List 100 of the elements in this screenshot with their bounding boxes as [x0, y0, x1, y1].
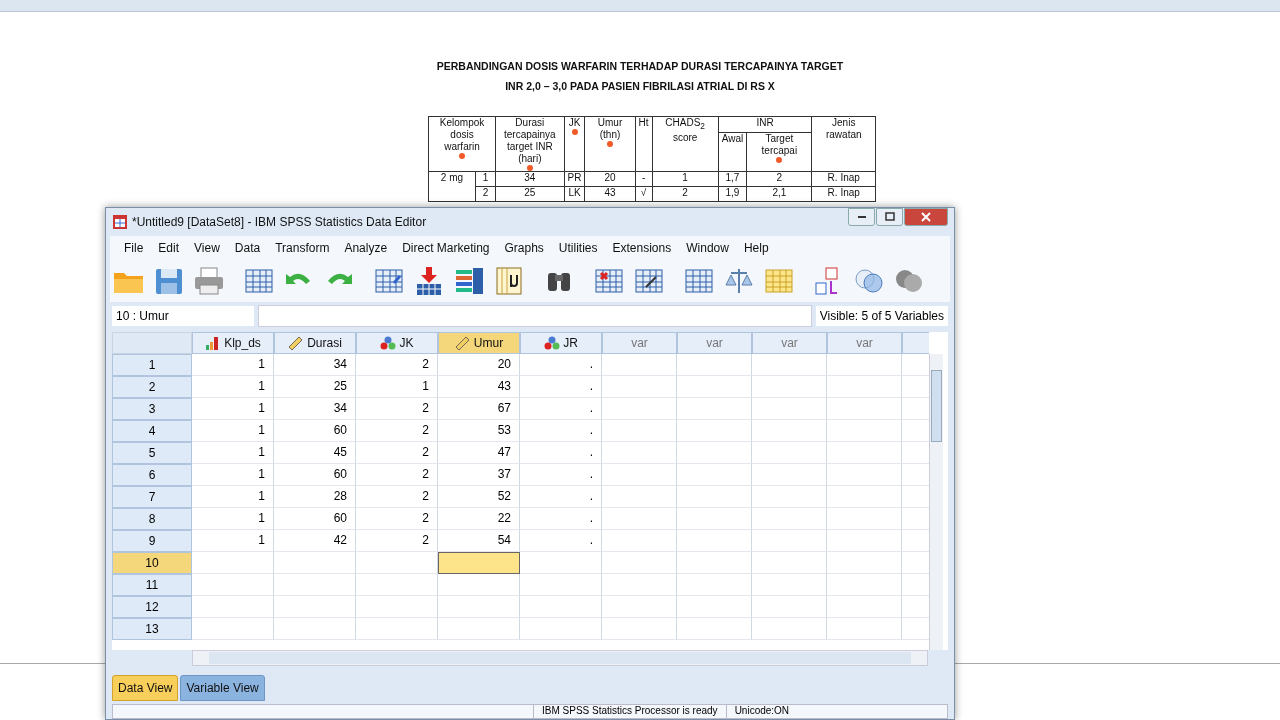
table-cell[interactable]	[752, 486, 827, 508]
table-cell[interactable]: 60	[274, 464, 356, 486]
close-button[interactable]	[904, 208, 948, 226]
view-tab[interactable]: Variable View	[180, 675, 265, 701]
menu-item[interactable]: Extensions	[604, 241, 679, 255]
table-cell[interactable]: 2	[356, 354, 438, 376]
table-cell[interactable]	[602, 464, 677, 486]
row-header[interactable]: 12	[112, 596, 192, 618]
table-cell[interactable]	[602, 398, 677, 420]
table-cell[interactable]	[752, 376, 827, 398]
table-cell[interactable]: 2	[356, 530, 438, 552]
table-cell[interactable]	[677, 618, 752, 640]
table-cell[interactable]	[274, 618, 356, 640]
table-cell[interactable]	[192, 618, 274, 640]
table-cell[interactable]	[677, 508, 752, 530]
menu-item[interactable]: Help	[735, 241, 776, 255]
table-cell[interactable]: .	[520, 464, 602, 486]
menu-item[interactable]: Direct Marketing	[394, 241, 497, 255]
menu-item[interactable]: View	[186, 241, 227, 255]
table-cell[interactable]: 2	[356, 420, 438, 442]
table-cell[interactable]	[827, 354, 902, 376]
table-cell[interactable]	[192, 552, 274, 574]
table-cell[interactable]	[827, 530, 902, 552]
table-cell[interactable]	[752, 398, 827, 420]
table-cell[interactable]	[356, 574, 438, 596]
table-cell[interactable]	[356, 596, 438, 618]
table-cell[interactable]	[677, 464, 752, 486]
table-cell[interactable]: 43	[438, 376, 520, 398]
view-tab[interactable]: Data View	[112, 675, 179, 701]
table-cell[interactable]	[752, 618, 827, 640]
cell-editor-field[interactable]	[258, 305, 812, 327]
menu-item[interactable]: Utilities	[550, 241, 605, 255]
table-cell[interactable]	[677, 354, 752, 376]
table-cell[interactable]	[677, 574, 752, 596]
table-cell[interactable]	[827, 420, 902, 442]
row-header[interactable]: 2	[112, 376, 192, 398]
table-cell[interactable]	[602, 618, 677, 640]
table-cell[interactable]	[602, 508, 677, 530]
table-cell[interactable]	[602, 442, 677, 464]
table-cell[interactable]: .	[520, 508, 602, 530]
table-cell[interactable]	[827, 618, 902, 640]
table-cell[interactable]: .	[520, 530, 602, 552]
table-cell[interactable]: 1	[356, 376, 438, 398]
table-cell[interactable]: .	[520, 420, 602, 442]
table-cell[interactable]	[677, 398, 752, 420]
table-cell[interactable]: 1	[192, 464, 274, 486]
table-cell[interactable]: 34	[274, 354, 356, 376]
table-cell[interactable]	[602, 486, 677, 508]
menu-item[interactable]: Analyze	[336, 241, 395, 255]
table-cell[interactable]: 45	[274, 442, 356, 464]
table-cell[interactable]	[827, 398, 902, 420]
table-cell[interactable]: 20	[438, 354, 520, 376]
table-cell[interactable]	[274, 574, 356, 596]
menu-item[interactable]: File	[116, 241, 151, 255]
table-cell[interactable]	[827, 508, 902, 530]
table-cell[interactable]: 53	[438, 420, 520, 442]
column-header[interactable]: JR	[520, 332, 602, 354]
table-cell[interactable]: 1	[192, 376, 274, 398]
column-header[interactable]: JK	[356, 332, 438, 354]
table-cell[interactable]	[752, 596, 827, 618]
table-cell[interactable]	[752, 354, 827, 376]
table-cell[interactable]: 1	[192, 508, 274, 530]
row-header[interactable]: 7	[112, 486, 192, 508]
table-cell[interactable]	[602, 552, 677, 574]
row-header[interactable]: 9	[112, 530, 192, 552]
table-cell[interactable]	[752, 552, 827, 574]
column-header[interactable]: Klp_ds	[192, 332, 274, 354]
column-header[interactable]: var	[677, 332, 752, 354]
menu-item[interactable]: Window	[678, 241, 736, 255]
table-cell[interactable]: .	[520, 398, 602, 420]
table-cell[interactable]	[192, 596, 274, 618]
table-cell[interactable]	[602, 596, 677, 618]
table-cell[interactable]	[602, 530, 677, 552]
row-header[interactable]: 10	[112, 552, 192, 574]
column-header[interactable]: var	[602, 332, 677, 354]
table-cell[interactable]: 1	[192, 486, 274, 508]
table-cell[interactable]: 2	[356, 442, 438, 464]
menu-item[interactable]: Graphs	[496, 241, 551, 255]
table-cell[interactable]: 2	[356, 486, 438, 508]
table-cell[interactable]	[438, 574, 520, 596]
table-cell[interactable]	[274, 596, 356, 618]
table-cell[interactable]	[752, 420, 827, 442]
table-cell[interactable]: 60	[274, 508, 356, 530]
maximize-button[interactable]	[876, 208, 903, 226]
table-cell[interactable]: 2	[356, 464, 438, 486]
table-cell[interactable]	[520, 596, 602, 618]
table-cell[interactable]: 2	[356, 508, 438, 530]
table-cell[interactable]: .	[520, 376, 602, 398]
table-cell[interactable]	[677, 486, 752, 508]
vertical-scrollbar[interactable]	[929, 354, 943, 650]
table-cell[interactable]	[752, 464, 827, 486]
table-cell[interactable]	[602, 574, 677, 596]
selected-cell[interactable]	[438, 552, 520, 574]
menu-item[interactable]: Data	[226, 241, 268, 255]
row-header[interactable]: 1	[112, 354, 192, 376]
table-cell[interactable]	[438, 596, 520, 618]
table-cell[interactable]	[192, 574, 274, 596]
table-cell[interactable]	[274, 552, 356, 574]
table-cell[interactable]: 37	[438, 464, 520, 486]
table-cell[interactable]	[602, 420, 677, 442]
